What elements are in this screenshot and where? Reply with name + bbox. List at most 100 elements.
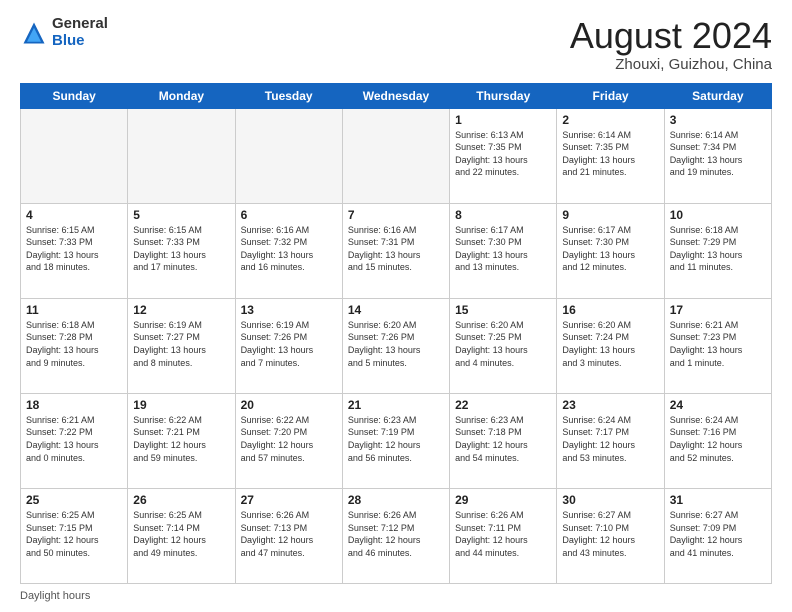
day-info: Sunrise: 6:18 AM Sunset: 7:28 PM Dayligh… bbox=[26, 319, 122, 369]
calendar-header-friday: Friday bbox=[557, 83, 664, 108]
day-info: Sunrise: 6:14 AM Sunset: 7:34 PM Dayligh… bbox=[670, 129, 766, 179]
calendar-header-tuesday: Tuesday bbox=[235, 83, 342, 108]
calendar-header-saturday: Saturday bbox=[664, 83, 771, 108]
title-block: August 2024 Zhouxi, Guizhou, China bbox=[570, 16, 772, 73]
day-number: 30 bbox=[562, 493, 658, 507]
calendar-cell: 18Sunrise: 6:21 AM Sunset: 7:22 PM Dayli… bbox=[21, 393, 128, 488]
day-info: Sunrise: 6:18 AM Sunset: 7:29 PM Dayligh… bbox=[670, 224, 766, 274]
day-number: 9 bbox=[562, 208, 658, 222]
calendar-cell: 21 Sunrise: 6:23 AM Sunset: 7:19 PM Dayli… bbox=[342, 393, 449, 488]
day-info: Sunrise: 6:17 AM Sunset: 7:30 PM Dayligh… bbox=[455, 224, 551, 274]
calendar-cell: 1Sunrise: 6:13 AM Sunset: 7:35 PM Daylig… bbox=[450, 108, 557, 203]
day-number: 7 bbox=[348, 208, 444, 222]
calendar-cell: 28Sunrise: 6:26 AM Sunset: 7:12 PM Dayli… bbox=[342, 488, 449, 583]
day-number: 10 bbox=[670, 208, 766, 222]
day-number: 18 bbox=[26, 398, 122, 412]
day-info: Sunrise: 6:16 AM Sunset: 7:31 PM Dayligh… bbox=[348, 224, 444, 274]
day-info: Sunrise: 6:24 AM Sunset: 7:16 PM Dayligh… bbox=[670, 414, 766, 464]
day-info: Sunrise: 6:26 AM Sunset: 7:11 PM Dayligh… bbox=[455, 509, 551, 559]
day-info: Sunrise: 6:27 AM Sunset: 7:09 PM Dayligh… bbox=[670, 509, 766, 559]
day-number: 24 bbox=[670, 398, 766, 412]
calendar-cell: 6 Sunrise: 6:16 AM Sunset: 7:32 PM Daylig… bbox=[235, 203, 342, 298]
day-number: 22 bbox=[455, 398, 551, 412]
day-info: Sunrise: 6:23 AM Sunset: 7:18 PM Dayligh… bbox=[455, 414, 551, 464]
day-number: 4 bbox=[26, 208, 122, 222]
day-number: 5 bbox=[133, 208, 229, 222]
calendar-header-thursday: Thursday bbox=[450, 83, 557, 108]
day-info: Sunrise: 6:19 AM Sunset: 7:26 PM Dayligh… bbox=[241, 319, 337, 369]
day-info: Sunrise: 6:24 AM Sunset: 7:17 PM Dayligh… bbox=[562, 414, 658, 464]
calendar-cell: 26Sunrise: 6:25 AM Sunset: 7:14 PM Dayli… bbox=[128, 488, 235, 583]
day-number: 14 bbox=[348, 303, 444, 317]
calendar-cell: 17Sunrise: 6:21 AM Sunset: 7:23 PM Dayli… bbox=[664, 298, 771, 393]
day-number: 3 bbox=[670, 113, 766, 127]
day-info: Sunrise: 6:16 AM Sunset: 7:32 PM Dayligh… bbox=[241, 224, 337, 274]
day-info: Sunrise: 6:26 AM Sunset: 7:13 PM Dayligh… bbox=[241, 509, 337, 559]
day-number: 1 bbox=[455, 113, 551, 127]
day-number: 15 bbox=[455, 303, 551, 317]
calendar-week-3: 11 Sunrise: 6:18 AM Sunset: 7:28 PM Dayli… bbox=[21, 298, 772, 393]
calendar-week-1: 1Sunrise: 6:13 AM Sunset: 7:35 PM Daylig… bbox=[21, 108, 772, 203]
day-number: 21 bbox=[348, 398, 444, 412]
calendar-cell bbox=[21, 108, 128, 203]
day-number: 20 bbox=[241, 398, 337, 412]
main-title: August 2024 bbox=[570, 16, 772, 56]
calendar-cell: 29 Sunrise: 6:26 AM Sunset: 7:11 PM Dayli… bbox=[450, 488, 557, 583]
calendar-cell: 30Sunrise: 6:27 AM Sunset: 7:10 PM Dayli… bbox=[557, 488, 664, 583]
day-info: Sunrise: 6:15 AM Sunset: 7:33 PM Dayligh… bbox=[26, 224, 122, 274]
subtitle: Zhouxi, Guizhou, China bbox=[570, 56, 772, 73]
day-number: 25 bbox=[26, 493, 122, 507]
day-number: 8 bbox=[455, 208, 551, 222]
calendar-cell: 2 Sunrise: 6:14 AM Sunset: 7:35 PM Daylig… bbox=[557, 108, 664, 203]
day-number: 16 bbox=[562, 303, 658, 317]
calendar-cell: 3 Sunrise: 6:14 AM Sunset: 7:34 PM Daylig… bbox=[664, 108, 771, 203]
day-number: 2 bbox=[562, 113, 658, 127]
calendar-header-sunday: Sunday bbox=[21, 83, 128, 108]
calendar-cell: 16 Sunrise: 6:20 AM Sunset: 7:24 PM Dayli… bbox=[557, 298, 664, 393]
calendar-cell: 5 Sunrise: 6:15 AM Sunset: 7:33 PM Daylig… bbox=[128, 203, 235, 298]
day-number: 23 bbox=[562, 398, 658, 412]
day-info: Sunrise: 6:20 AM Sunset: 7:24 PM Dayligh… bbox=[562, 319, 658, 369]
calendar-cell: 4 Sunrise: 6:15 AM Sunset: 7:33 PM Daylig… bbox=[21, 203, 128, 298]
calendar-cell: 12Sunrise: 6:19 AM Sunset: 7:27 PM Dayli… bbox=[128, 298, 235, 393]
day-info: Sunrise: 6:23 AM Sunset: 7:19 PM Dayligh… bbox=[348, 414, 444, 464]
calendar-cell: 19 Sunrise: 6:22 AM Sunset: 7:21 PM Dayli… bbox=[128, 393, 235, 488]
day-number: 27 bbox=[241, 493, 337, 507]
calendar-header-wednesday: Wednesday bbox=[342, 83, 449, 108]
day-number: 6 bbox=[241, 208, 337, 222]
calendar-week-2: 4 Sunrise: 6:15 AM Sunset: 7:33 PM Daylig… bbox=[21, 203, 772, 298]
logo-icon bbox=[20, 19, 48, 47]
calendar-header-row: SundayMondayTuesdayWednesdayThursdayFrid… bbox=[21, 83, 772, 108]
day-info: Sunrise: 6:26 AM Sunset: 7:12 PM Dayligh… bbox=[348, 509, 444, 559]
calendar-week-4: 18Sunrise: 6:21 AM Sunset: 7:22 PM Dayli… bbox=[21, 393, 772, 488]
day-number: 29 bbox=[455, 493, 551, 507]
calendar-cell: 8 Sunrise: 6:17 AM Sunset: 7:30 PM Daylig… bbox=[450, 203, 557, 298]
calendar-cell: 13Sunrise: 6:19 AM Sunset: 7:26 PM Dayli… bbox=[235, 298, 342, 393]
calendar-cell: 25 Sunrise: 6:25 AM Sunset: 7:15 PM Dayli… bbox=[21, 488, 128, 583]
calendar-cell: 7 Sunrise: 6:16 AM Sunset: 7:31 PM Daylig… bbox=[342, 203, 449, 298]
calendar-cell: 11 Sunrise: 6:18 AM Sunset: 7:28 PM Dayli… bbox=[21, 298, 128, 393]
day-number: 11 bbox=[26, 303, 122, 317]
calendar-cell: 10 Sunrise: 6:18 AM Sunset: 7:29 PM Dayli… bbox=[664, 203, 771, 298]
day-number: 12 bbox=[133, 303, 229, 317]
day-info: Sunrise: 6:20 AM Sunset: 7:25 PM Dayligh… bbox=[455, 319, 551, 369]
day-info: Sunrise: 6:15 AM Sunset: 7:33 PM Dayligh… bbox=[133, 224, 229, 274]
logo: General Blue bbox=[20, 16, 108, 49]
day-number: 26 bbox=[133, 493, 229, 507]
day-info: Sunrise: 6:20 AM Sunset: 7:26 PM Dayligh… bbox=[348, 319, 444, 369]
calendar-cell: 14 Sunrise: 6:20 AM Sunset: 7:26 PM Dayli… bbox=[342, 298, 449, 393]
footer: Daylight hours bbox=[20, 590, 772, 602]
day-info: Sunrise: 6:22 AM Sunset: 7:21 PM Dayligh… bbox=[133, 414, 229, 464]
footer-text: Daylight hours bbox=[20, 590, 90, 602]
day-info: Sunrise: 6:25 AM Sunset: 7:15 PM Dayligh… bbox=[26, 509, 122, 559]
calendar-cell: 23 Sunrise: 6:24 AM Sunset: 7:17 PM Dayli… bbox=[557, 393, 664, 488]
calendar-cell: 24 Sunrise: 6:24 AM Sunset: 7:16 PM Dayli… bbox=[664, 393, 771, 488]
day-info: Sunrise: 6:14 AM Sunset: 7:35 PM Dayligh… bbox=[562, 129, 658, 179]
page: General Blue August 2024 Zhouxi, Guizhou… bbox=[0, 0, 792, 612]
day-number: 19 bbox=[133, 398, 229, 412]
calendar-cell: 9Sunrise: 6:17 AM Sunset: 7:30 PM Daylig… bbox=[557, 203, 664, 298]
day-info: Sunrise: 6:22 AM Sunset: 7:20 PM Dayligh… bbox=[241, 414, 337, 464]
calendar-cell bbox=[128, 108, 235, 203]
logo-general: General bbox=[52, 15, 108, 32]
calendar-cell: 31Sunrise: 6:27 AM Sunset: 7:09 PM Dayli… bbox=[664, 488, 771, 583]
